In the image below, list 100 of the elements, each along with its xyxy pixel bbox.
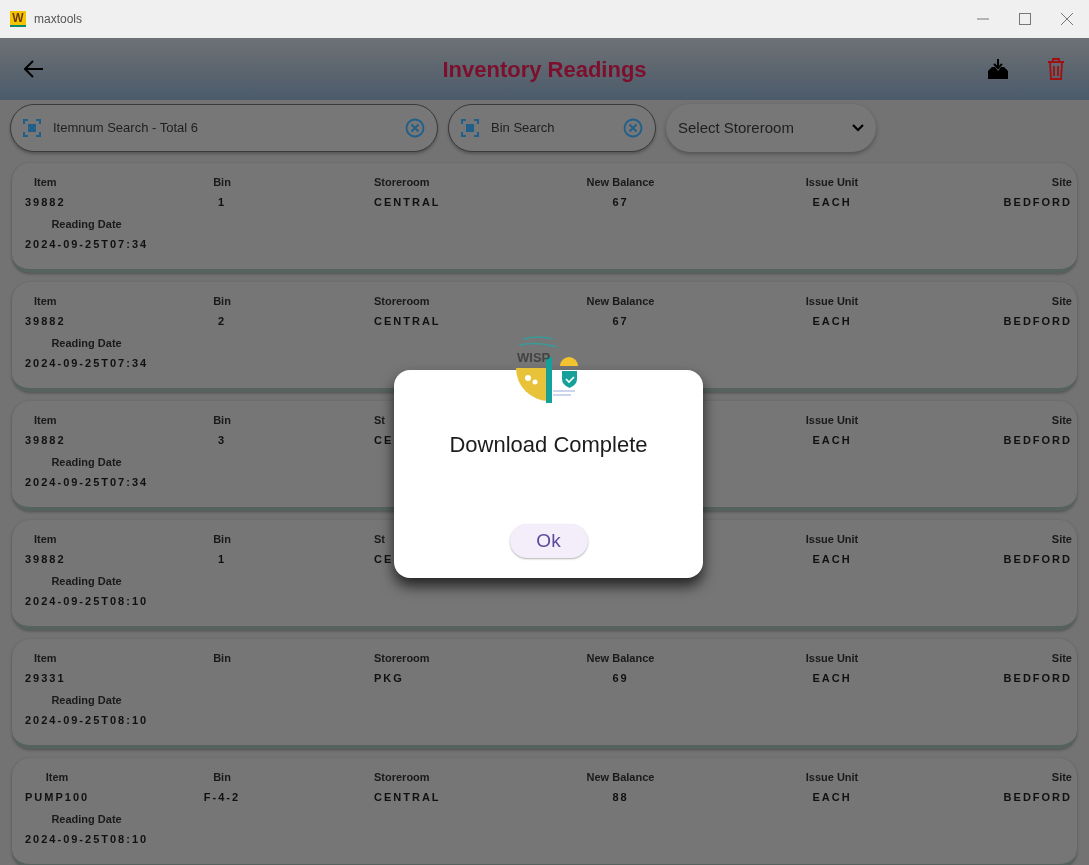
field-value: CE <box>374 433 394 447</box>
field-label: Site <box>1051 413 1072 427</box>
field-label: Item <box>34 294 57 308</box>
field-label: New Balance <box>586 651 655 665</box>
field-label: Reading Date <box>51 812 122 826</box>
close-icon[interactable] <box>1061 13 1073 25</box>
field-value: 67 <box>612 314 629 328</box>
reading-card[interactable]: Item 39882 Bin 1 Storeroom CENTRAL New Balance 67 Issue Unit EACH Site BEDFORD Reading Date 2024-09-25T07:34 <box>12 163 1077 273</box>
field-label: Site <box>1051 294 1072 308</box>
field-value: 3 <box>217 433 227 447</box>
field-label: Site <box>1051 532 1072 546</box>
field-value: 2024-09-25T08:10 <box>25 594 149 608</box>
field-label: Bin <box>213 413 231 427</box>
field-label: New Balance <box>586 175 655 189</box>
field-value: 39882 <box>25 195 66 209</box>
field-label: Reading Date <box>51 455 122 469</box>
field-value: EACH <box>812 552 852 566</box>
field-label: Storeroom <box>374 175 430 189</box>
field-value: 2024-09-25T07:34 <box>25 475 149 489</box>
field-value: BEDFORD <box>1003 552 1072 566</box>
dialog-message: Download Complete <box>449 431 648 459</box>
scan-icon <box>461 119 479 137</box>
field-label: Site <box>1051 770 1072 784</box>
field-value: 2024-09-25T07:34 <box>25 237 149 251</box>
field-value: 69 <box>612 671 629 685</box>
field-label: Bin <box>213 175 231 189</box>
field-value: 29331 <box>25 671 66 685</box>
field-label: Reading Date <box>51 574 122 588</box>
dropdown-placeholder: Select Storeroom <box>678 117 795 138</box>
field-value: 1 <box>217 552 227 566</box>
field-label: Item <box>34 413 57 427</box>
field-value: CE <box>374 552 394 566</box>
field-label: Bin <box>213 651 231 665</box>
field-label: New Balance <box>586 770 655 784</box>
bin-search-field[interactable]: Bin Search <box>448 104 656 152</box>
field-value: 88 <box>612 790 629 804</box>
ok-button[interactable]: Ok <box>509 524 588 558</box>
storeroom-dropdown[interactable]: Select Storeroom <box>666 104 876 152</box>
field-label: Issue Unit <box>805 413 859 427</box>
field-value: EACH <box>812 314 852 328</box>
field-label: New Balance <box>586 294 655 308</box>
reading-card[interactable]: Item PUMP100 Bin F-4-2 Storeroom CENTRAL New Balance 88 Issue Unit EACH Site BEDFORD Reading Date 2024-09-25T08:10 <box>12 758 1077 865</box>
field-value: CENTRAL <box>374 314 441 328</box>
field-label: Storeroom <box>374 294 430 308</box>
field-label: Bin <box>213 294 231 308</box>
field-value: 39882 <box>25 552 66 566</box>
field-value: BEDFORD <box>1003 314 1072 328</box>
search-placeholder: Bin Search <box>491 119 556 138</box>
field-label: Storeroom <box>374 770 430 784</box>
app-icon: W <box>10 11 26 27</box>
field-value: 39882 <box>25 433 66 447</box>
field-value: EACH <box>812 790 852 804</box>
field-label: Site <box>1051 651 1072 665</box>
field-label: Issue Unit <box>805 651 859 665</box>
field-value: CENTRAL <box>374 790 441 804</box>
field-label: Bin <box>213 770 231 784</box>
field-value: 1 <box>217 195 227 209</box>
field-value: F-4-2 <box>203 790 241 804</box>
field-label: Issue Unit <box>805 532 859 546</box>
window-title: maxtools <box>34 11 83 28</box>
field-value: BEDFORD <box>1003 671 1072 685</box>
field-value: BEDFORD <box>1003 433 1072 447</box>
page-title: Inventory Readings <box>442 55 647 84</box>
field-value: EACH <box>812 195 852 209</box>
field-label: St <box>374 413 385 427</box>
field-label: Item <box>45 770 69 784</box>
field-value: CENTRAL <box>374 195 441 209</box>
field-value: 2024-09-25T08:10 <box>25 832 149 846</box>
field-value: 2 <box>217 314 227 328</box>
field-label: Item <box>34 651 57 665</box>
download-tray-icon[interactable] <box>987 58 1009 80</box>
field-label: Storeroom <box>374 651 430 665</box>
search-placeholder: Itemnum Search - Total 6 <box>53 119 199 138</box>
itemnum-search-field[interactable]: Itemnum Search - Total 6 <box>10 104 438 152</box>
scan-icon <box>23 119 41 137</box>
field-value: PUMP100 <box>25 790 90 804</box>
back-arrow-icon[interactable] <box>24 60 44 78</box>
chevron-down-icon <box>852 124 864 132</box>
field-label: Issue Unit <box>805 175 859 189</box>
maximize-icon[interactable] <box>1019 13 1031 25</box>
field-label: Reading Date <box>51 693 122 707</box>
field-value: EACH <box>812 671 852 685</box>
reading-card[interactable]: Item 29331 Bin Storeroom PKG New Balance 69 Issue Unit EACH Site BEDFORD Reading Date 2024-09-25T08:10 <box>12 639 1077 749</box>
field-label: Item <box>34 175 57 189</box>
field-value: 39882 <box>25 314 66 328</box>
logo-text: WISP <box>517 351 551 365</box>
field-label: Site <box>1051 175 1072 189</box>
field-label: Issue Unit <box>805 294 859 308</box>
field-value: PKG <box>374 671 404 685</box>
field-value: 2024-09-25T07:34 <box>25 356 149 370</box>
field-value: BEDFORD <box>1003 195 1072 209</box>
field-label: Bin <box>213 532 231 546</box>
field-value: 67 <box>612 195 629 209</box>
field-label: Item <box>34 532 57 546</box>
field-value: BEDFORD <box>1003 790 1072 804</box>
field-label: Issue Unit <box>805 770 859 784</box>
field-label: Reading Date <box>51 217 122 231</box>
field-value: 2024-09-25T08:10 <box>25 713 149 727</box>
field-label: Reading Date <box>51 336 122 350</box>
field-value: EACH <box>812 433 852 447</box>
